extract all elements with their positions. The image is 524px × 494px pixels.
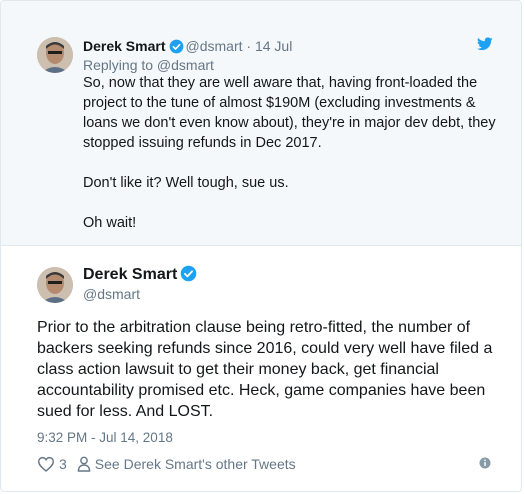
separator-dot: · <box>246 38 252 54</box>
author-name[interactable]: Derek Smart <box>83 38 166 54</box>
author-name[interactable]: Derek Smart <box>83 266 177 283</box>
avatar[interactable] <box>37 267 73 303</box>
author-handle[interactable]: @dsmart <box>186 38 243 54</box>
tweet-timestamp[interactable]: 9:32 PM - Jul 14, 2018 <box>37 429 173 447</box>
author-handle[interactable]: @dsmart <box>83 285 140 303</box>
parent-tweet-header: Derek Smart @dsmart · 14 Jul <box>83 37 292 55</box>
parent-tweet[interactable]: Derek Smart @dsmart · 14 Jul Replying to … <box>1 1 521 246</box>
tweet-actions: 3 See Derek Smart's other Tweets <box>37 453 296 475</box>
info-icon[interactable] <box>479 457 491 469</box>
main-tweet-text: Prior to the arbitration clause being re… <box>37 319 493 420</box>
tweet-date[interactable]: 14 Jul <box>255 38 292 54</box>
parent-tweet-text: So, now that they are well aware that, h… <box>83 73 503 253</box>
replying-to-label[interactable]: Replying to @dsmart <box>83 56 214 74</box>
person-icon <box>77 456 91 472</box>
verified-badge-icon <box>180 265 197 282</box>
embedded-tweet-card: Derek Smart @dsmart · 14 Jul Replying to … <box>0 0 522 492</box>
main-author: Derek Smart <box>83 265 199 285</box>
tweet-paragraph: So, now that they are well aware that, h… <box>83 75 496 151</box>
verified-badge-icon <box>169 39 183 54</box>
twitter-bird-icon[interactable] <box>477 37 493 51</box>
like-count[interactable]: 3 <box>59 456 67 472</box>
other-tweets-link[interactable]: See Derek Smart's other Tweets <box>95 456 296 472</box>
heart-icon[interactable] <box>37 456 55 472</box>
tweet-paragraph: Oh wait! <box>83 215 137 231</box>
tweet-paragraph: Don't like it? Well tough, sue us. <box>83 175 289 191</box>
avatar[interactable] <box>37 37 73 73</box>
